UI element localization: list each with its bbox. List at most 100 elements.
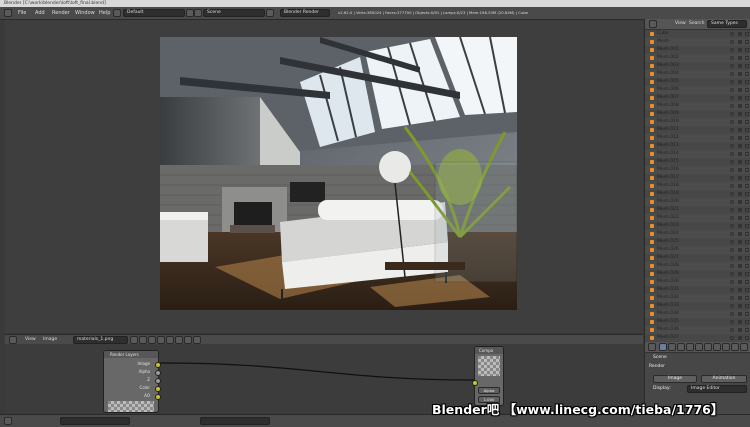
outliner-item[interactable]: Mesh.035 — [645, 318, 750, 326]
render-slot-icon[interactable] — [193, 336, 201, 344]
display-dropdown[interactable]: Image Editor — [687, 385, 747, 393]
select-arrow-icon[interactable] — [738, 264, 742, 268]
select-arrow-icon[interactable] — [738, 56, 742, 60]
select-arrow-icon[interactable] — [738, 120, 742, 124]
select-arrow-icon[interactable] — [738, 48, 742, 52]
outliner-item[interactable]: Mesh.027 — [645, 254, 750, 262]
select-arrow-icon[interactable] — [738, 232, 742, 236]
select-arrow-icon[interactable] — [738, 64, 742, 68]
visibility-eye-icon[interactable] — [730, 304, 734, 308]
outliner-item[interactable]: Mesh.032 — [645, 294, 750, 302]
outliner-item[interactable]: Mesh.005 — [645, 78, 750, 86]
select-arrow-icon[interactable] — [738, 200, 742, 204]
paint-icon[interactable] — [184, 336, 192, 344]
visibility-eye-icon[interactable] — [730, 136, 734, 140]
outliner-item[interactable]: Mesh.018 — [645, 182, 750, 190]
render-camera-icon[interactable] — [745, 328, 749, 332]
visibility-eye-icon[interactable] — [730, 48, 734, 52]
outliner-item[interactable]: Mesh.034 — [645, 310, 750, 318]
visibility-eye-icon[interactable] — [730, 208, 734, 212]
render-camera-icon[interactable] — [745, 296, 749, 300]
timeline-editor-type-icon[interactable] — [4, 417, 12, 425]
select-arrow-icon[interactable] — [738, 192, 742, 196]
render-camera-icon[interactable] — [745, 184, 749, 188]
render-camera-icon[interactable] — [745, 192, 749, 196]
scene-tab-icon[interactable] — [668, 343, 676, 351]
outliner-item[interactable]: Cube — [645, 30, 750, 38]
visibility-eye-icon[interactable] — [730, 32, 734, 36]
select-arrow-icon[interactable] — [738, 320, 742, 324]
outliner-item[interactable]: Mesh.024 — [645, 230, 750, 238]
render-camera-icon[interactable] — [745, 56, 749, 60]
outliner-item[interactable]: Mesh.017 — [645, 174, 750, 182]
render-camera-icon[interactable] — [745, 64, 749, 68]
select-arrow-icon[interactable] — [738, 296, 742, 300]
select-arrow-icon[interactable] — [738, 136, 742, 140]
select-arrow-icon[interactable] — [738, 72, 742, 76]
render-camera-icon[interactable] — [745, 48, 749, 52]
select-arrow-icon[interactable] — [738, 160, 742, 164]
render-camera-icon[interactable] — [745, 208, 749, 212]
visibility-eye-icon[interactable] — [730, 256, 734, 260]
visibility-eye-icon[interactable] — [730, 56, 734, 60]
material-tab-icon[interactable] — [722, 343, 730, 351]
visibility-eye-icon[interactable] — [730, 224, 734, 228]
select-arrow-icon[interactable] — [738, 32, 742, 36]
render-camera-icon[interactable] — [745, 200, 749, 204]
select-arrow-icon[interactable] — [738, 152, 742, 156]
select-arrow-icon[interactable] — [738, 104, 742, 108]
outliner-item[interactable]: Mesh.015 — [645, 158, 750, 166]
outliner-item[interactable]: Mesh.033 — [645, 302, 750, 310]
menu-window[interactable]: Window — [75, 10, 95, 16]
outliner-item[interactable]: Mesh.013 — [645, 142, 750, 150]
world-tab-icon[interactable] — [677, 343, 685, 351]
render-camera-icon[interactable] — [745, 160, 749, 164]
render-camera-icon[interactable] — [745, 320, 749, 324]
outliner-item[interactable]: Mesh.012 — [645, 134, 750, 142]
visibility-eye-icon[interactable] — [730, 144, 734, 148]
render-camera-icon[interactable] — [745, 224, 749, 228]
composite-node[interactable]: Compo Alpha 1.000 — [472, 346, 504, 406]
render-camera-icon[interactable] — [745, 264, 749, 268]
editor-type-icon[interactable] — [4, 9, 12, 17]
visibility-eye-icon[interactable] — [730, 152, 734, 156]
visibility-eye-icon[interactable] — [730, 160, 734, 164]
outliner-item[interactable]: Mesh.021 — [645, 206, 750, 214]
outliner-view-menu[interactable]: View — [675, 21, 686, 26]
screen-layout-field[interactable]: Default — [123, 9, 185, 17]
node-view-menu[interactable]: View — [25, 337, 36, 342]
outliner-item[interactable]: Mesh.028 — [645, 262, 750, 270]
render-camera-icon[interactable] — [745, 304, 749, 308]
display-alpha-icon[interactable] — [166, 336, 174, 344]
outliner-item[interactable]: Mesh.011 — [645, 126, 750, 134]
visibility-eye-icon[interactable] — [730, 240, 734, 244]
select-arrow-icon[interactable] — [738, 80, 742, 84]
visibility-eye-icon[interactable] — [730, 288, 734, 292]
data-tab-icon[interactable] — [713, 343, 721, 351]
render-camera-icon[interactable] — [745, 232, 749, 236]
outliner-item[interactable]: Mesh.026 — [645, 246, 750, 254]
visibility-eye-icon[interactable] — [730, 80, 734, 84]
visibility-eye-icon[interactable] — [730, 320, 734, 324]
render-camera-icon[interactable] — [745, 336, 749, 340]
select-arrow-icon[interactable] — [738, 328, 742, 332]
visibility-eye-icon[interactable] — [730, 264, 734, 268]
visibility-eye-icon[interactable] — [730, 184, 734, 188]
outliner-item[interactable]: Mesh.016 — [645, 166, 750, 174]
object-tab-icon[interactable] — [686, 343, 694, 351]
render-camera-icon[interactable] — [745, 112, 749, 116]
visibility-eye-icon[interactable] — [730, 72, 734, 76]
render-camera-icon[interactable] — [745, 128, 749, 132]
visibility-eye-icon[interactable] — [730, 272, 734, 276]
outliner-item[interactable]: Mesh.009 — [645, 110, 750, 118]
select-arrow-icon[interactable] — [738, 176, 742, 180]
select-arrow-icon[interactable] — [738, 312, 742, 316]
render-camera-icon[interactable] — [745, 96, 749, 100]
constraints-tab-icon[interactable] — [695, 343, 703, 351]
render-camera-icon[interactable] — [745, 152, 749, 156]
use-alpha-toggle[interactable]: Alpha — [478, 387, 500, 394]
select-arrow-icon[interactable] — [738, 272, 742, 276]
outliner-item[interactable]: Mesh.019 — [645, 190, 750, 198]
select-arrow-icon[interactable] — [738, 288, 742, 292]
timeline-field-b[interactable] — [200, 417, 270, 425]
